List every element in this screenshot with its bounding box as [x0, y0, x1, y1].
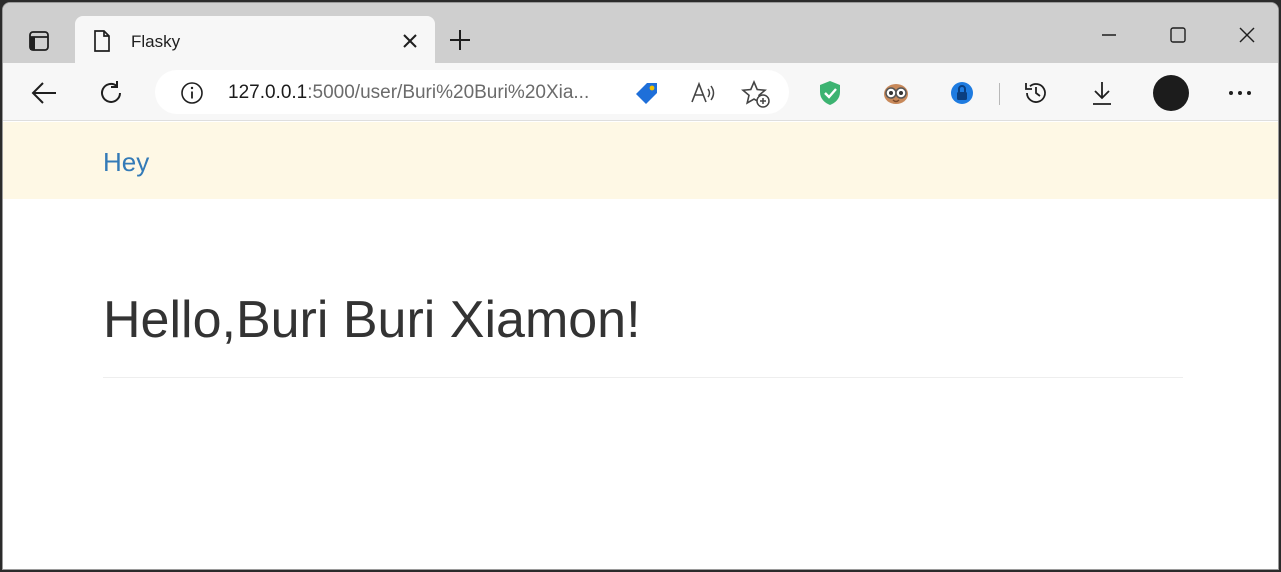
tab-flasky[interactable]: Flasky — [75, 16, 435, 65]
browser-toolbar: 127.0.0.1:5000/user/Buri%20Buri%20Xia... — [3, 63, 1278, 121]
reload-button[interactable] — [96, 78, 126, 108]
coupon-tag-icon[interactable] — [633, 80, 661, 106]
extension-owl[interactable] — [881, 78, 911, 108]
url-path: :5000/user/Buri%20Buri%20Xia... — [307, 82, 590, 103]
minimize-icon[interactable] — [1097, 23, 1121, 47]
more-options-button[interactable] — [1225, 78, 1255, 108]
vpn-lock-icon — [951, 82, 973, 104]
downloads-button[interactable] — [1087, 78, 1117, 108]
add-favorite-icon[interactable] — [741, 80, 771, 108]
heading-divider — [103, 377, 1183, 378]
toolbar-separator — [999, 83, 1000, 105]
address-bar[interactable]: 127.0.0.1:5000/user/Buri%20Buri%20Xia... — [155, 70, 789, 114]
arrow-left-icon — [31, 82, 56, 104]
profile-avatar[interactable] — [1153, 75, 1189, 111]
shield-check-icon — [820, 81, 840, 105]
info-icon[interactable] — [180, 81, 204, 105]
download-icon — [1093, 82, 1111, 105]
owl-icon — [884, 84, 908, 104]
reload-icon — [101, 81, 121, 103]
page-heading: Hello,Buri Buri Xiamon! — [103, 291, 641, 349]
tab-strip: Flasky — [3, 3, 1278, 65]
url-text[interactable]: 127.0.0.1:5000/user/Buri%20Buri%20Xia... — [228, 82, 612, 104]
site-navbar: Hey — [3, 122, 1278, 199]
history-icon — [1025, 83, 1046, 103]
read-aloud-icon[interactable] — [689, 80, 717, 106]
document-icon — [94, 30, 110, 52]
browser-window: Flasky 127.0.0.1:5000/user/Buri%20Buri%2… — [2, 2, 1279, 570]
more-horizontal-icon — [1229, 91, 1251, 95]
back-button[interactable] — [29, 78, 59, 108]
maximize-icon[interactable] — [1166, 23, 1190, 47]
new-tab-icon[interactable] — [447, 27, 473, 53]
extension-vpn[interactable] — [947, 78, 977, 108]
tab-actions-icon — [29, 31, 49, 51]
extension-adblock[interactable] — [815, 78, 845, 108]
tab-actions-button[interactable] — [17, 23, 61, 59]
url-host: 127.0.0.1 — [228, 82, 308, 103]
close-icon[interactable] — [401, 32, 419, 50]
tab-title: Flasky — [131, 32, 181, 51]
navbar-brand-link[interactable]: Hey — [103, 147, 149, 178]
window-close-icon[interactable] — [1235, 23, 1259, 47]
history-button[interactable] — [1021, 78, 1051, 108]
